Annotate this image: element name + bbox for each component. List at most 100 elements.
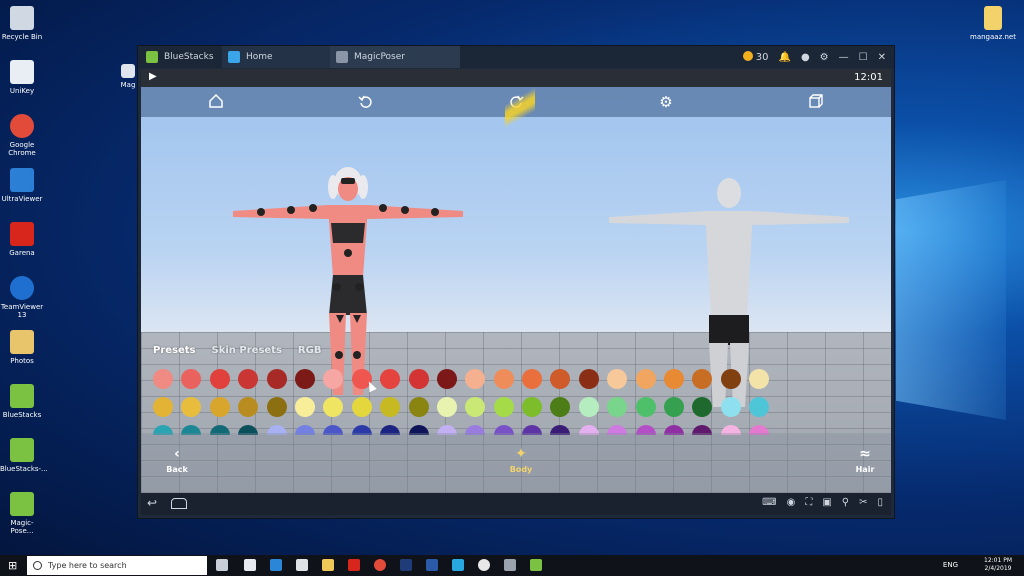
desktop-icon-teamviewer[interactable]: TeamViewer 13 bbox=[0, 276, 44, 319]
scissors-icon[interactable]: ✂ bbox=[859, 497, 867, 508]
color-swatch[interactable] bbox=[436, 369, 457, 389]
tab-rgb[interactable]: RGB bbox=[298, 345, 322, 356]
phone-icon[interactable]: ▯ bbox=[877, 497, 883, 508]
color-swatch[interactable] bbox=[692, 369, 713, 389]
desktop-icon-recycle-bin[interactable]: Recycle Bin bbox=[0, 6, 44, 41]
color-swatch[interactable] bbox=[408, 369, 429, 389]
desktop-icon-chrome[interactable]: Google Chrome bbox=[0, 114, 44, 157]
photoshop-icon[interactable] bbox=[400, 559, 412, 571]
color-swatch[interactable] bbox=[436, 397, 457, 417]
store-icon[interactable] bbox=[244, 559, 256, 571]
garena-icon[interactable] bbox=[348, 559, 360, 571]
windows-start-icon[interactable]: ⊞ bbox=[8, 559, 17, 572]
desktop-icon-partial[interactable]: Mag bbox=[118, 64, 138, 89]
color-swatch[interactable] bbox=[493, 397, 514, 417]
edge-icon[interactable] bbox=[270, 559, 282, 571]
color-swatch[interactable] bbox=[238, 397, 259, 417]
color-swatch[interactable] bbox=[607, 397, 628, 417]
app-icon[interactable] bbox=[504, 559, 516, 571]
tab-bluestacks[interactable]: BlueStacks bbox=[142, 46, 222, 68]
color-swatch[interactable] bbox=[323, 397, 344, 417]
minimize-icon[interactable]: — bbox=[839, 52, 849, 63]
color-swatch[interactable] bbox=[550, 369, 571, 389]
home-outline-icon[interactable] bbox=[171, 498, 187, 509]
color-swatch[interactable] bbox=[664, 397, 685, 417]
color-swatch[interactable] bbox=[522, 369, 543, 389]
color-swatch[interactable] bbox=[749, 369, 770, 389]
color-swatch[interactable] bbox=[664, 369, 685, 389]
color-swatch[interactable] bbox=[720, 369, 741, 389]
color-swatch[interactable] bbox=[181, 397, 202, 417]
color-swatch[interactable] bbox=[323, 369, 344, 389]
chrome-icon[interactable] bbox=[374, 559, 386, 571]
color-swatch[interactable] bbox=[578, 397, 599, 417]
color-swatch[interactable] bbox=[266, 397, 287, 417]
obs-icon[interactable] bbox=[478, 559, 490, 571]
color-swatch[interactable] bbox=[465, 397, 486, 417]
home-icon[interactable] bbox=[207, 93, 225, 111]
skype-icon[interactable] bbox=[452, 559, 464, 571]
maximize-icon[interactable]: ☐ bbox=[859, 52, 868, 63]
fullscreen-icon[interactable]: ⛶ bbox=[805, 497, 812, 508]
gear-icon[interactable]: ⚙ bbox=[820, 52, 829, 63]
hair-button[interactable]: ≈ Hair bbox=[845, 447, 885, 474]
color-swatch[interactable] bbox=[294, 369, 315, 389]
desktop-icon-unikey[interactable]: UniKey bbox=[0, 60, 44, 95]
color-swatch[interactable] bbox=[209, 369, 230, 389]
body-button[interactable]: ✦ Body bbox=[501, 447, 541, 474]
bell-icon[interactable]: 🔔 bbox=[778, 52, 790, 63]
location-icon[interactable]: ⚲ bbox=[842, 497, 849, 508]
coins-counter[interactable]: 30 bbox=[742, 51, 768, 63]
back-button[interactable]: ‹ Back bbox=[157, 447, 197, 474]
color-swatch[interactable] bbox=[266, 369, 287, 389]
desktop-icon-photos[interactable]: Photos bbox=[0, 330, 44, 365]
tab-skin-presets[interactable]: Skin Presets bbox=[212, 345, 282, 356]
back-arrow-icon[interactable]: ↩ bbox=[147, 496, 157, 510]
taskbar-search[interactable]: Type here to search bbox=[27, 556, 207, 575]
color-swatch[interactable] bbox=[181, 369, 202, 389]
taskbar-lang[interactable]: ENG bbox=[943, 561, 958, 569]
account-icon[interactable]: ● bbox=[801, 52, 810, 63]
color-swatch[interactable] bbox=[408, 397, 429, 417]
taskbar-clock[interactable]: 12:01 PM 2/4/2019 bbox=[984, 557, 1012, 573]
desktop-icon-garena[interactable]: Garena bbox=[0, 222, 44, 257]
color-swatch[interactable] bbox=[294, 397, 315, 417]
color-swatch[interactable] bbox=[465, 369, 486, 389]
desktop-icon-bluestacks-2[interactable]: BlueStacks-... bbox=[0, 438, 48, 473]
tab-home[interactable]: Home bbox=[222, 46, 332, 68]
screen-record-icon[interactable]: ▣ bbox=[822, 497, 831, 508]
color-swatch[interactable] bbox=[635, 397, 656, 417]
color-swatch[interactable] bbox=[607, 369, 628, 389]
undo-icon[interactable] bbox=[357, 93, 375, 111]
close-icon[interactable]: ✕ bbox=[878, 52, 886, 63]
color-swatch[interactable] bbox=[522, 397, 543, 417]
color-swatch[interactable] bbox=[635, 369, 656, 389]
desktop-icon-ultraviewer[interactable]: UltraViewer bbox=[0, 168, 44, 203]
color-swatch[interactable] bbox=[749, 397, 770, 417]
color-swatch[interactable] bbox=[578, 369, 599, 389]
desktop-icon-magicposer[interactable]: Magic-Pose... bbox=[0, 492, 44, 535]
color-swatch[interactable] bbox=[238, 369, 259, 389]
mail-icon[interactable] bbox=[296, 559, 308, 571]
tab-magicposer[interactable]: MagicPoser bbox=[330, 46, 460, 68]
color-swatch[interactable] bbox=[153, 397, 173, 417]
color-swatch[interactable] bbox=[209, 397, 230, 417]
word-icon[interactable] bbox=[426, 559, 438, 571]
color-swatch[interactable] bbox=[351, 397, 372, 417]
desktop-icon-mangaaz[interactable]: mangaaz.net bbox=[968, 6, 1018, 41]
tab-presets[interactable]: Presets bbox=[153, 345, 196, 356]
keyboard-icon[interactable]: ⌨ bbox=[762, 497, 776, 508]
desktop-icon-bluestacks[interactable]: BlueStacks bbox=[0, 384, 44, 419]
task-view-icon[interactable] bbox=[216, 559, 228, 571]
gear-icon[interactable]: ⚙ bbox=[657, 93, 675, 111]
color-swatch[interactable] bbox=[720, 397, 741, 417]
color-swatch[interactable] bbox=[550, 397, 571, 417]
explorer-icon[interactable] bbox=[322, 559, 334, 571]
color-swatch[interactable] bbox=[692, 397, 713, 417]
female-figure[interactable] bbox=[233, 165, 463, 399]
cube-icon[interactable] bbox=[807, 93, 825, 111]
gamepad-icon[interactable]: ◉ bbox=[787, 497, 796, 508]
bluestacks-icon[interactable] bbox=[530, 559, 542, 571]
color-swatch[interactable] bbox=[153, 369, 173, 389]
color-swatch[interactable] bbox=[380, 397, 401, 417]
